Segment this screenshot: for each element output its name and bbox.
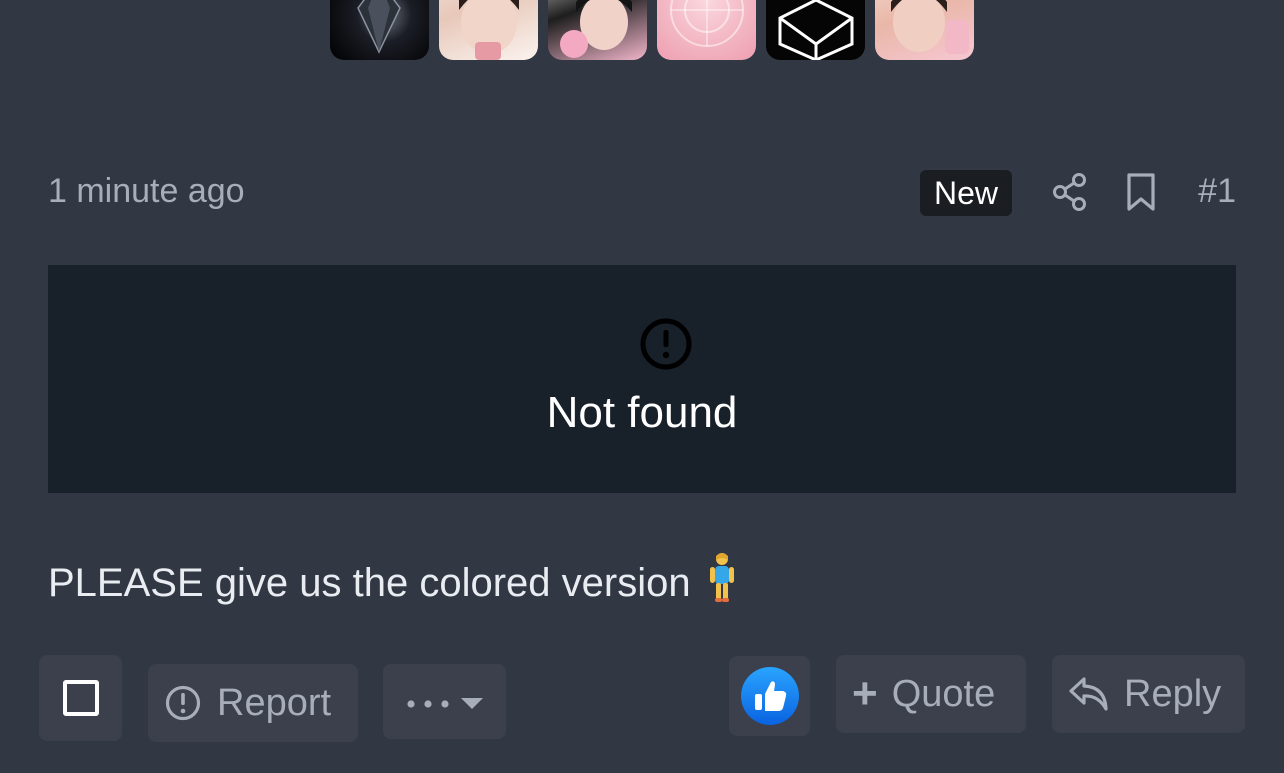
quote-label: Quote	[891, 672, 996, 715]
diamond-badge[interactable]	[330, 0, 429, 60]
share-icon[interactable]	[1051, 172, 1089, 212]
post-number[interactable]: #1	[1198, 172, 1236, 211]
alert-circle-icon	[165, 685, 201, 721]
checkbox-icon	[62, 680, 99, 716]
report-button[interactable]: Report	[148, 664, 358, 742]
plus-icon: +	[852, 669, 878, 718]
hexagon-logo-badge[interactable]	[766, 0, 865, 60]
thumbs-up-icon	[740, 667, 799, 725]
more-options-icon	[406, 697, 483, 709]
media-error-text: Not found	[546, 388, 738, 437]
media-embed: Not found	[48, 265, 1236, 493]
pink-pattern-badge[interactable]	[657, 0, 756, 60]
portrait-badge[interactable]	[439, 0, 538, 60]
select-post-checkbox[interactable]	[39, 655, 122, 741]
new-badge: New	[920, 170, 1012, 216]
message-text: PLEASE give us the colored version	[48, 561, 691, 605]
bookmark-icon[interactable]	[1124, 172, 1158, 212]
badge-row	[330, 0, 974, 60]
quote-button[interactable]: + Quote	[836, 655, 1026, 733]
portrait-badge[interactable]	[548, 0, 647, 60]
like-button[interactable]	[729, 656, 810, 736]
post-message: PLEASE give us the colored version	[48, 552, 739, 614]
post-meta: 1 minute ago New #1	[48, 170, 1236, 216]
report-label: Report	[217, 681, 332, 724]
reply-button[interactable]: Reply	[1052, 655, 1245, 733]
post-timestamp[interactable]: 1 minute ago	[48, 172, 245, 211]
reply-arrow-icon	[1069, 677, 1108, 711]
more-options-button[interactable]	[383, 664, 506, 739]
portrait-badge[interactable]	[875, 0, 974, 60]
reply-label: Reply	[1124, 672, 1222, 715]
alert-circle-icon	[640, 318, 692, 370]
standing-person-emoji	[705, 552, 739, 614]
